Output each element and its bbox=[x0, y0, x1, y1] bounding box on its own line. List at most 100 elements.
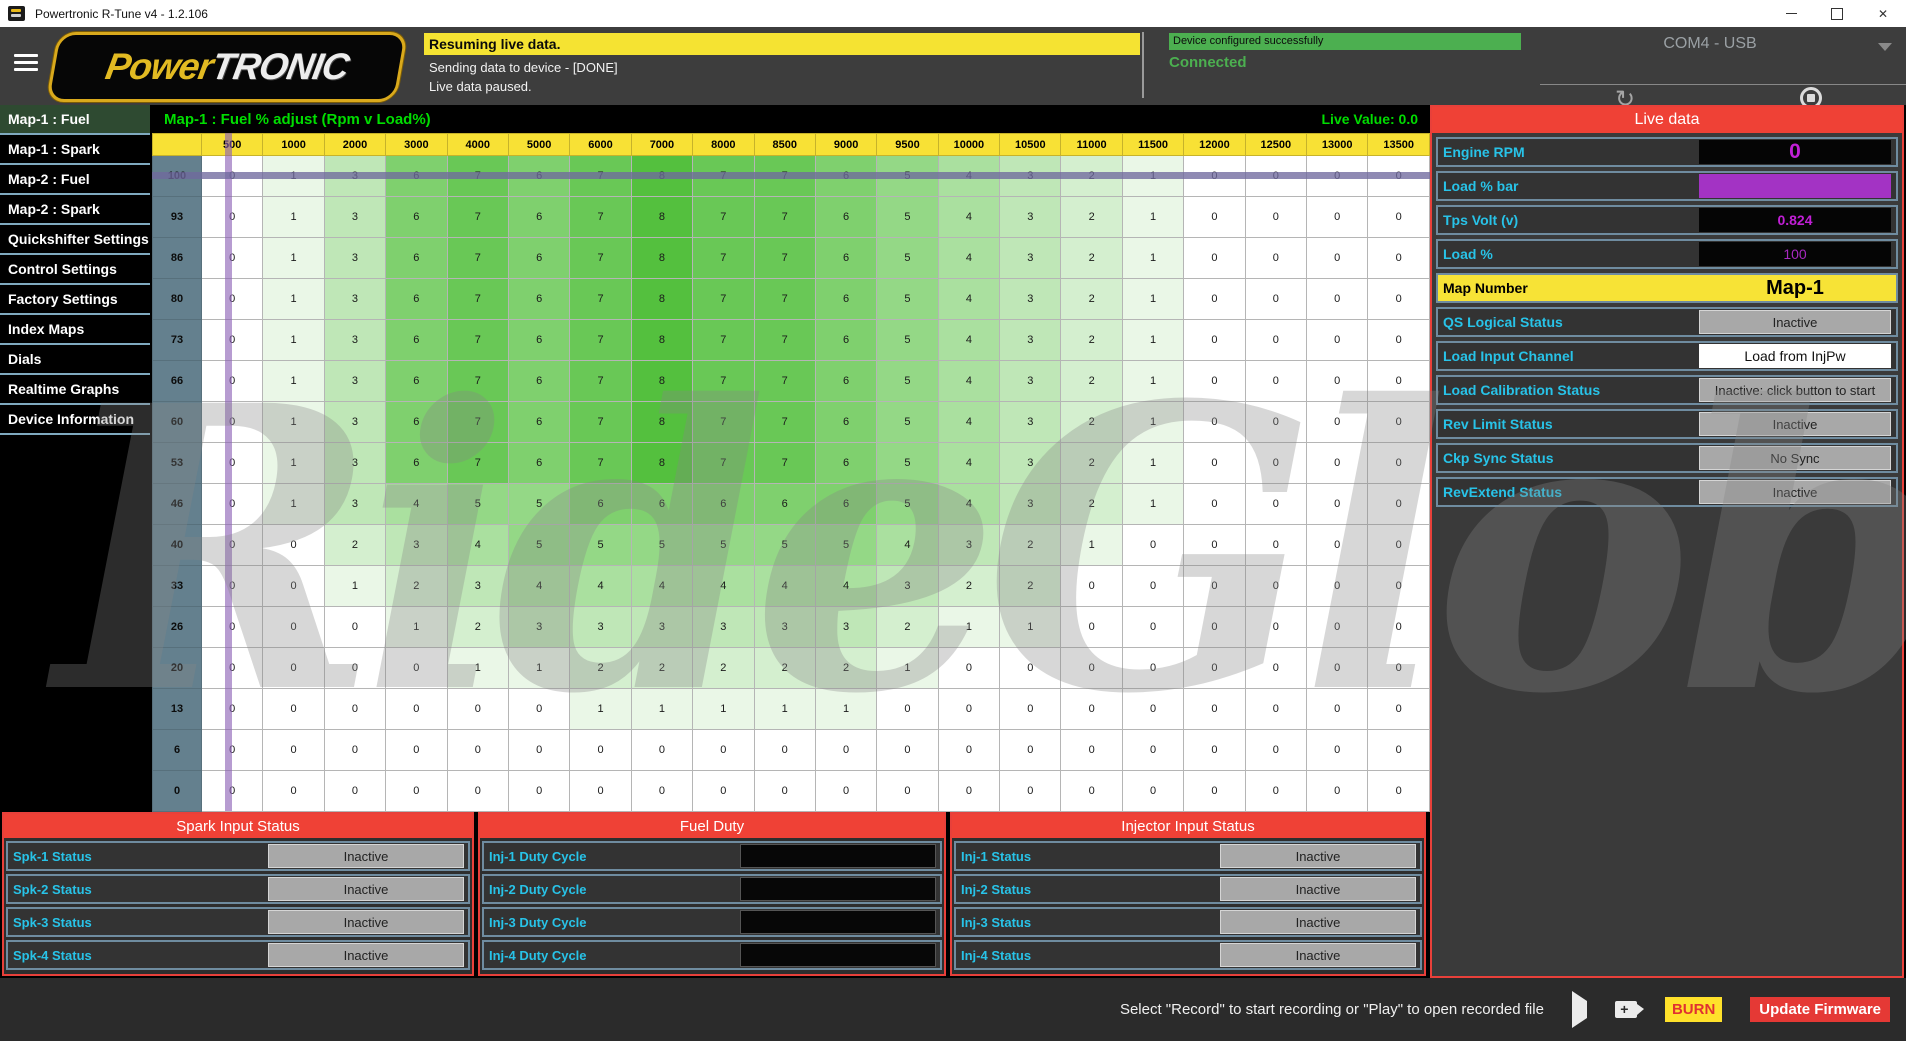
map-cell[interactable]: 7 bbox=[754, 443, 815, 484]
map-cell[interactable]: 0 bbox=[1245, 238, 1306, 279]
map-cell[interactable]: 2 bbox=[1061, 156, 1122, 197]
map-cell[interactable]: 7 bbox=[447, 443, 508, 484]
map-cell[interactable]: 0 bbox=[877, 771, 938, 812]
map-cell[interactable]: 0 bbox=[938, 730, 999, 771]
map-cell[interactable]: 3 bbox=[1000, 320, 1061, 361]
map-cell[interactable]: 3 bbox=[324, 443, 385, 484]
map-cell[interactable]: 0 bbox=[631, 771, 692, 812]
map-cell[interactable]: 1 bbox=[263, 484, 324, 525]
map-cell[interactable]: 3 bbox=[386, 525, 447, 566]
map-cell[interactable]: 4 bbox=[815, 566, 876, 607]
map-cell[interactable]: 0 bbox=[386, 689, 447, 730]
map-cell[interactable]: 5 bbox=[877, 484, 938, 525]
map-cell[interactable]: 0 bbox=[1245, 484, 1306, 525]
map-cell[interactable]: 0 bbox=[1307, 525, 1368, 566]
map-cell[interactable]: 0 bbox=[1122, 771, 1183, 812]
map-cell[interactable]: 1 bbox=[1122, 197, 1183, 238]
map-cell[interactable]: 1 bbox=[263, 197, 324, 238]
map-cell[interactable]: 5 bbox=[631, 525, 692, 566]
map-cell[interactable]: 0 bbox=[1307, 566, 1368, 607]
map-cell[interactable]: 0 bbox=[202, 689, 263, 730]
record-button[interactable] bbox=[1615, 1001, 1637, 1018]
map-cell[interactable]: 1 bbox=[754, 689, 815, 730]
map-cell[interactable]: 6 bbox=[386, 197, 447, 238]
map-cell[interactable]: 6 bbox=[754, 484, 815, 525]
map-cell[interactable]: 0 bbox=[1307, 361, 1368, 402]
map-cell[interactable]: 0 bbox=[1368, 484, 1430, 525]
map-cell[interactable]: 0 bbox=[1368, 197, 1430, 238]
map-cell[interactable]: 0 bbox=[1307, 279, 1368, 320]
map-cell[interactable]: 6 bbox=[508, 443, 569, 484]
map-cell[interactable]: 0 bbox=[1184, 156, 1245, 197]
sidebar-item[interactable]: Realtime Graphs bbox=[0, 375, 150, 405]
map-cell[interactable]: 4 bbox=[938, 320, 999, 361]
sidebar-item[interactable]: Control Settings bbox=[0, 255, 150, 285]
map-cell[interactable]: 0 bbox=[1122, 607, 1183, 648]
map-cell[interactable]: 0 bbox=[202, 279, 263, 320]
map-cell[interactable]: 6 bbox=[386, 320, 447, 361]
map-cell[interactable]: 3 bbox=[324, 402, 385, 443]
map-cell[interactable]: 3 bbox=[877, 566, 938, 607]
map-cell[interactable]: 0 bbox=[1122, 730, 1183, 771]
map-cell[interactable]: 0 bbox=[1307, 156, 1368, 197]
map-cell[interactable]: 0 bbox=[1184, 689, 1245, 730]
map-cell[interactable]: 0 bbox=[1245, 279, 1306, 320]
map-cell[interactable]: 3 bbox=[324, 156, 385, 197]
map-cell[interactable]: 2 bbox=[754, 648, 815, 689]
map-cell[interactable]: 0 bbox=[1245, 361, 1306, 402]
map-cell[interactable]: 0 bbox=[1184, 484, 1245, 525]
map-cell[interactable]: 2 bbox=[1000, 566, 1061, 607]
map-cell[interactable]: 5 bbox=[877, 443, 938, 484]
map-cell[interactable]: 0 bbox=[263, 566, 324, 607]
map-cell[interactable]: 0 bbox=[815, 730, 876, 771]
map-cell[interactable]: 0 bbox=[1368, 443, 1430, 484]
map-cell[interactable]: 2 bbox=[1000, 525, 1061, 566]
map-cell[interactable]: 7 bbox=[447, 156, 508, 197]
map-cell[interactable]: 1 bbox=[1122, 484, 1183, 525]
map-cell[interactable]: 1 bbox=[447, 648, 508, 689]
map-cell[interactable]: 2 bbox=[1061, 238, 1122, 279]
map-cell[interactable]: 7 bbox=[447, 402, 508, 443]
hamburger-menu-icon[interactable] bbox=[14, 54, 40, 74]
map-cell[interactable]: 0 bbox=[1061, 771, 1122, 812]
map-cell[interactable]: 2 bbox=[386, 566, 447, 607]
update-firmware-button[interactable]: Update Firmware bbox=[1750, 997, 1890, 1022]
map-cell[interactable]: 0 bbox=[1245, 648, 1306, 689]
map-cell[interactable]: 4 bbox=[938, 279, 999, 320]
map-cell[interactable]: 1 bbox=[938, 607, 999, 648]
map-cell[interactable]: 6 bbox=[508, 197, 569, 238]
map-cell[interactable]: 6 bbox=[815, 156, 876, 197]
map-cell[interactable]: 0 bbox=[1245, 689, 1306, 730]
map-cell[interactable]: 8 bbox=[631, 197, 692, 238]
map-cell[interactable]: 2 bbox=[447, 607, 508, 648]
map-cell[interactable]: 0 bbox=[1307, 689, 1368, 730]
map-cell[interactable]: 0 bbox=[324, 648, 385, 689]
map-cell[interactable]: 1 bbox=[263, 443, 324, 484]
map-cell[interactable]: 0 bbox=[1245, 566, 1306, 607]
map-cell[interactable]: 0 bbox=[1122, 648, 1183, 689]
map-cell[interactable]: 0 bbox=[202, 361, 263, 402]
map-cell[interactable]: 4 bbox=[938, 443, 999, 484]
map-cell[interactable]: 0 bbox=[202, 730, 263, 771]
map-cell[interactable]: 0 bbox=[1368, 402, 1430, 443]
map-cell[interactable]: 6 bbox=[386, 361, 447, 402]
map-cell[interactable]: 6 bbox=[815, 238, 876, 279]
map-cell[interactable]: 5 bbox=[877, 361, 938, 402]
map-cell[interactable]: 3 bbox=[1000, 279, 1061, 320]
map-cell[interactable]: 0 bbox=[631, 730, 692, 771]
map-cell[interactable]: 1 bbox=[1061, 525, 1122, 566]
map-cell[interactable]: 4 bbox=[693, 566, 754, 607]
map-cell[interactable]: 7 bbox=[570, 279, 631, 320]
map-cell[interactable]: 3 bbox=[815, 607, 876, 648]
live-data-value[interactable]: Load from InjPw bbox=[1699, 344, 1891, 368]
map-cell[interactable]: 0 bbox=[386, 771, 447, 812]
map-cell[interactable]: 0 bbox=[508, 771, 569, 812]
map-cell[interactable]: 5 bbox=[877, 279, 938, 320]
map-cell[interactable]: 0 bbox=[202, 648, 263, 689]
minimize-button[interactable] bbox=[1768, 0, 1814, 27]
map-cell[interactable]: 4 bbox=[508, 566, 569, 607]
map-cell[interactable]: 0 bbox=[447, 771, 508, 812]
map-cell[interactable]: 3 bbox=[324, 197, 385, 238]
map-cell[interactable]: 6 bbox=[815, 443, 876, 484]
map-cell[interactable]: 1 bbox=[1000, 607, 1061, 648]
